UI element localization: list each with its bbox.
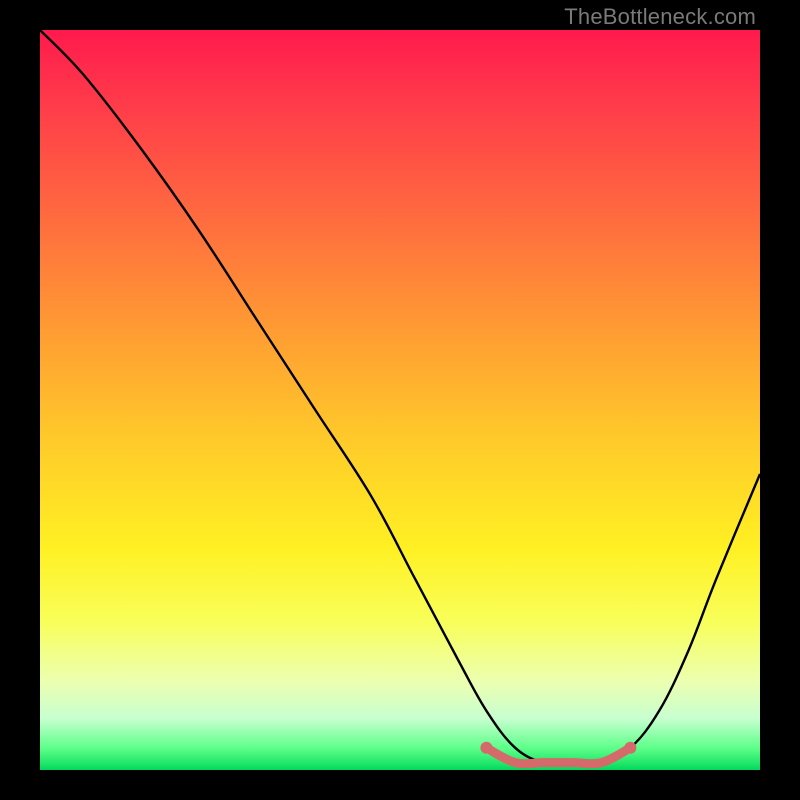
chart-frame bbox=[40, 30, 760, 770]
watermark-text: TheBottleneck.com bbox=[564, 4, 756, 30]
chart-gradient-background bbox=[40, 30, 760, 770]
